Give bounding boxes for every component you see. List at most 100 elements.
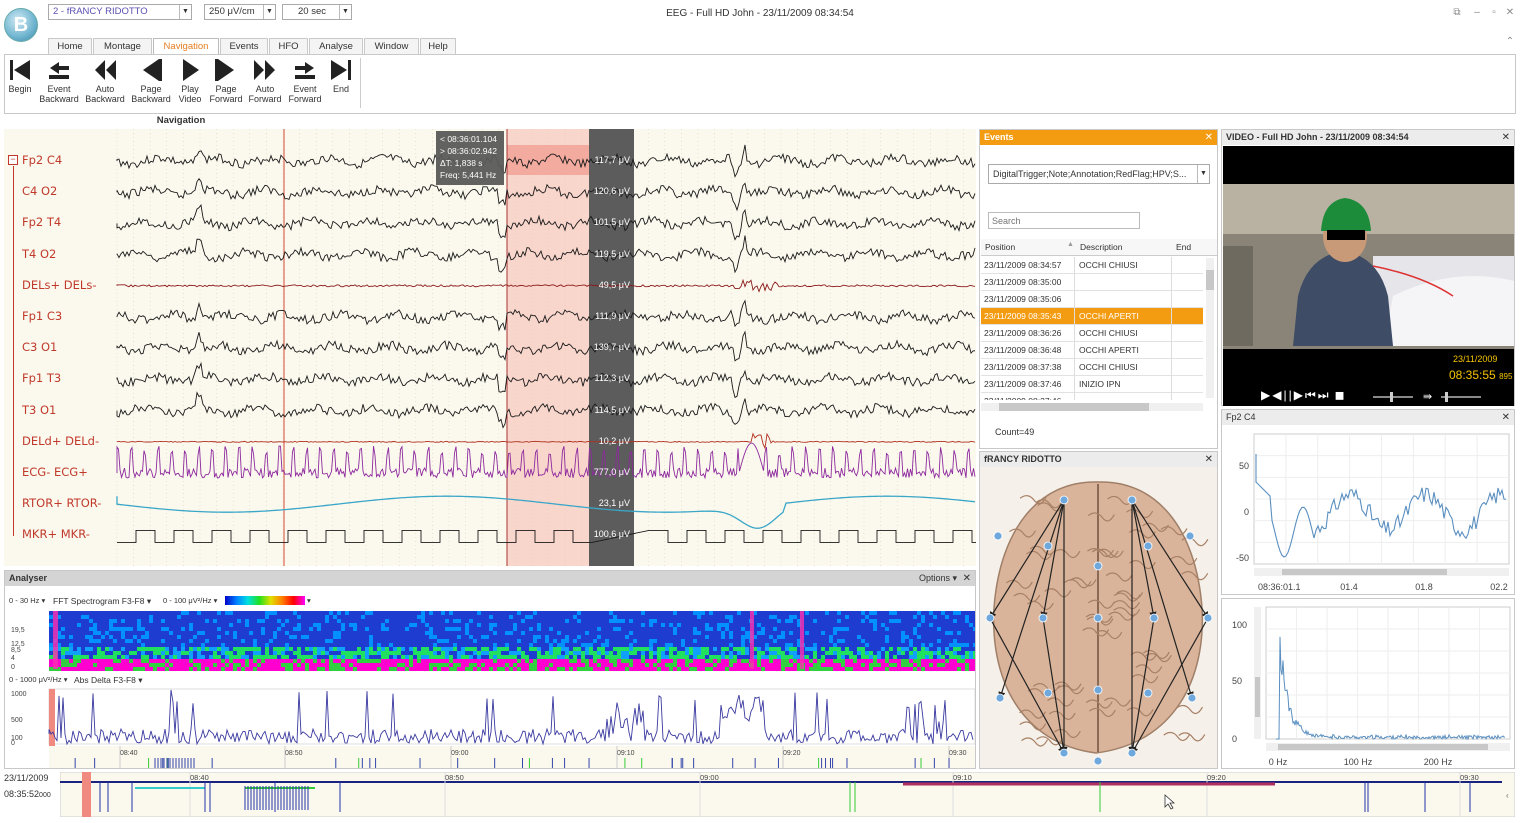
overview-date: 23/11/2009 [4,773,49,783]
next-frame-icon[interactable]: ⏭ [1318,388,1331,402]
table-row[interactable]: 23/11/2009 08:34:57 OCCHI CHIUSI [981,257,1203,274]
table-row[interactable]: 23/11/2009 08:35:00 [981,274,1203,291]
page-forward-button[interactable]: Page Forward [204,58,248,112]
skip-to-start-button[interactable]: Begin [0,58,42,112]
speed-icon[interactable]: ⇛ [1423,390,1432,403]
channel-label[interactable]: RTOR+ RTOR- [22,496,114,510]
table-row[interactable]: 23/11/2009 08:36:48 OCCHI APERTI [981,342,1203,359]
tab-window[interactable]: Window [364,38,419,54]
volume-slider[interactable] [1373,392,1413,402]
delta-range-select[interactable]: 0 - 1000 μV²/Hz ▾ [9,675,68,684]
cell-position: 23/11/2009 08:37:38 [984,362,1062,372]
close-icon[interactable]: ✕ [1205,130,1213,145]
y-tick: 0 [1244,507,1249,517]
skip-to-end-button[interactable]: End [319,58,363,112]
channel-label[interactable]: Fp1 C3 [22,309,114,323]
close-icon[interactable]: ✕ [963,571,971,586]
table-row[interactable]: 23/11/2009 08:35:43 OCCHI APERTI [981,308,1203,325]
analyser-charts[interactable]: 19,512,58,5401000500100008:40 08:50 09:00 0… [5,601,975,769]
channel-label[interactable]: T3 O1 [22,403,114,417]
eeg-traces-view[interactable] [4,129,976,566]
table-row[interactable]: 23/11/2009 08:36:26 OCCHI CHIUSI [981,325,1203,342]
tab-help[interactable]: Help [420,38,456,54]
channel-label[interactable]: Fp2 T4 [22,215,114,229]
event-backward-button[interactable]: Event Backward [37,58,81,112]
table-row[interactable]: 23/11/2009 08:37:38 OCCHI CHIUSI [981,359,1203,376]
tab-navigation[interactable]: Navigation [153,38,219,54]
button-label-1: Begin [8,84,32,94]
step-back-icon[interactable]: ◀| [1272,388,1288,402]
page-backward-button[interactable]: Page Backward [129,58,173,112]
cell-description: OCCHI CHIUSI [1079,328,1138,338]
tab-montage[interactable]: Montage [93,38,152,54]
video-image [1223,184,1514,349]
channel-zoom-chart: 50 0 -50 08:36:01.1 01.4 01.8 02.2 [1236,433,1510,592]
event-filter-value: DigitalTrigger;Note;Annotation;RedFlag;H… [993,169,1187,179]
channel-scale: 114,5 μV [594,404,630,415]
page-forward-icon [215,59,234,81]
events-vertical-scrollbar[interactable] [1206,258,1214,398]
column-end[interactable]: End [1176,242,1191,252]
channel-label[interactable]: C3 O1 [22,340,114,354]
close-icon[interactable]: ✕ [1205,452,1213,467]
overview-time-display: 23/11/2009 08:35:52000 [4,772,60,817]
channel-label[interactable]: DELd+ DELd- [22,434,114,448]
y-tick: 0 [1232,734,1237,744]
sensitivity-select[interactable]: 250 μV/cm ▼ [204,4,276,20]
video-panel: VIDEO - Full HD John - 23/11/2009 08:34:… [1221,129,1515,406]
overview-tick: 09:20 [1207,773,1226,782]
eeg-trace-canvas [116,129,976,566]
table-row[interactable]: 23/11/2009 08:37:46 INIZIO IPN [981,376,1203,393]
column-position[interactable]: Position [985,242,1015,252]
events-header: Events ✕ [980,130,1217,145]
event-backward-icon [49,62,69,79]
column-description[interactable]: Description [1080,242,1123,252]
events-horizontal-scrollbar[interactable] [981,403,1203,411]
channel-label[interactable]: Fp2 C4 [22,153,114,167]
overview-timeline[interactable]: 08:40 08:50 09:00 09:10 09:20 09:30 ‹ [60,772,1515,817]
channel-label[interactable]: ECG- ECG+ [22,465,114,479]
event-type-filter[interactable]: DigitalTrigger;Note;Annotation;RedFlag;H… [988,164,1210,184]
step-forward-icon[interactable]: |▶ [1289,388,1305,402]
volume-icon[interactable]: ◼ [1335,388,1347,402]
channel-label[interactable]: MKR+ MKR- [22,527,114,541]
channel-label[interactable]: Fp1 T3 [22,371,114,385]
scroll-thumb[interactable] [1206,270,1214,290]
table-row[interactable]: 23/11/2009 08:37:46 [981,393,1203,400]
events-search-input[interactable] [988,212,1140,229]
collapse-montage-icon[interactable]: − [8,155,18,165]
options-menu[interactable]: Options ▾ [919,571,957,586]
overview-time-row: 08:35:52000 [4,789,60,799]
chevron-down-icon: ▼ [1197,165,1209,183]
play-icon[interactable]: ▶ [1261,388,1272,402]
channel-label[interactable]: C4 O2 [22,184,114,198]
tab-analyse[interactable]: Analyse [309,38,363,54]
scroll-thumb[interactable] [999,403,1149,411]
channel-label[interactable]: DELs+ DELs- [22,278,114,292]
collapse-ribbon-icon[interactable]: ⌃ [1503,36,1517,48]
tab-hfo[interactable]: HFO [269,38,308,54]
channel-label[interactable]: T4 O2 [22,247,114,261]
fast-forward-button[interactable]: Auto Forward [243,58,287,112]
tab-home[interactable]: Home [48,38,92,54]
delta-channel-select[interactable]: Abs Delta F3-F8 ▾ [74,675,143,686]
patient-select[interactable]: 2 - fRANCY RIDOTTO ▼ [48,4,192,20]
close-icon[interactable]: ✕ [1502,130,1510,145]
fast-backward-button[interactable]: Auto Backward [83,58,127,112]
video-frame[interactable]: 23/11/2009 08:35:55 895 ▶◀||▶⏮⏭ ◼ ⇛ [1223,146,1514,406]
timebase-select[interactable]: 20 sec ▼ [282,4,352,20]
brain-topography[interactable] [980,468,1217,768]
table-row[interactable]: 23/11/2009 08:35:06 [981,291,1203,308]
minimize-icon[interactable]: – [1470,7,1484,19]
speed-slider[interactable] [1441,392,1481,402]
channel-scale: 23,1 μV [598,498,630,509]
app-logo-icon[interactable]: B [4,8,38,42]
tab-events[interactable]: Events [220,38,268,54]
close-icon[interactable]: ✕ [1503,7,1517,19]
maximize-icon[interactable]: ▫ [1487,7,1501,19]
prev-frame-icon[interactable]: ⏮ [1305,388,1318,402]
button-label-2: Backward [39,94,79,104]
restore-icon[interactable]: ⧉ [1450,7,1464,19]
measurement-tooltip: < 08:36:01.104 > 08:36:02.942 ΔT: 1,838 s F… [436,131,504,185]
close-icon[interactable]: ✕ [1502,410,1510,425]
